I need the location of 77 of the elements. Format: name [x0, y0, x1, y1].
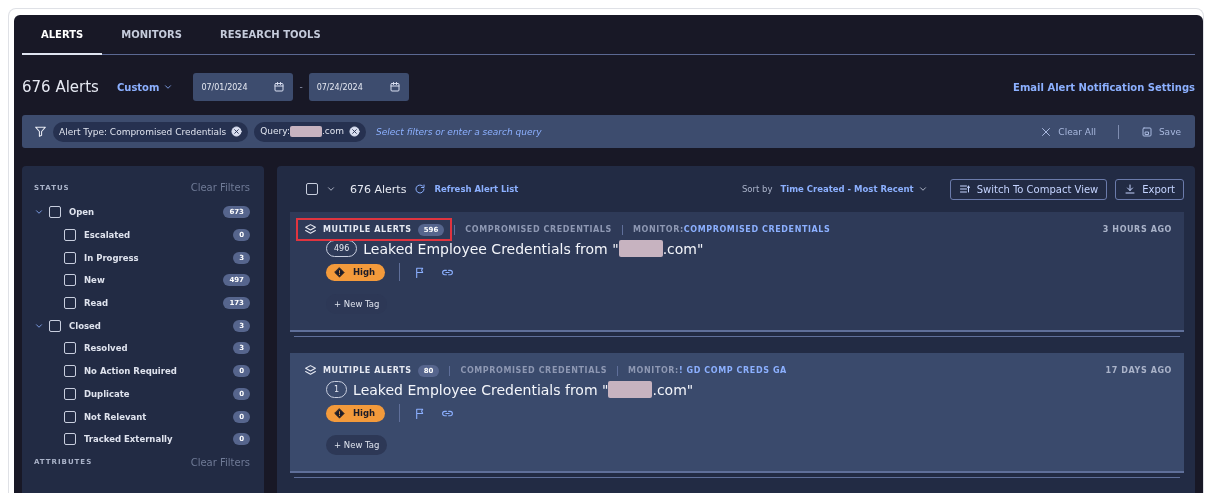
sort-dropdown[interactable]: Time Created - Most Recent	[780, 184, 928, 194]
clear-all-button[interactable]: Clear All	[1040, 125, 1096, 138]
monitor-label: MONITOR:	[628, 366, 679, 375]
status-label: Duplicate	[84, 388, 131, 399]
monitor-link[interactable]: ! GD COMP CREDS GA	[678, 366, 787, 375]
status-label: Closed	[69, 320, 102, 331]
refresh-link[interactable]: Refresh Alert List	[434, 184, 519, 194]
filter-chip[interactable]: Query: .com	[254, 121, 367, 142]
tab[interactable]: RESEARCH TOOLS	[201, 15, 340, 55]
range-dropdown[interactable]: Custom	[116, 81, 174, 93]
alert-group-label: MULTIPLE ALERTS	[323, 225, 412, 234]
list-icon	[958, 183, 971, 195]
layers-icon	[304, 223, 317, 236]
tab[interactable]: ALERTS	[22, 15, 103, 55]
close-icon	[1040, 125, 1053, 138]
checkbox[interactable]	[64, 365, 76, 378]
status-label: No Action Required	[84, 366, 178, 377]
sort-label: Sort by	[741, 184, 773, 194]
alert-type: COMPROMISED CREDENTIALS	[460, 366, 608, 375]
checkbox[interactable]	[306, 183, 318, 195]
severity-badge: High	[326, 404, 386, 422]
checkbox[interactable]	[64, 342, 76, 355]
calendar-icon	[273, 81, 286, 93]
email-settings-link[interactable]: Email Alert Notification Settings	[1013, 81, 1195, 93]
monitor-link[interactable]: COMPROMISED CREDENTIALS	[683, 225, 831, 234]
alert-type: COMPROMISED CREDENTIALS	[465, 225, 612, 234]
status-label: Not Relevant	[84, 411, 148, 422]
alert-group-label: MULTIPLE ALERTS	[323, 366, 412, 375]
save-button[interactable]: Save	[1140, 125, 1181, 138]
warning-icon	[334, 266, 345, 278]
search-placeholder[interactable]: Select filters or enter a search query	[376, 126, 542, 137]
checkbox[interactable]	[64, 433, 76, 446]
checkbox[interactable]	[64, 251, 76, 264]
time-ago: 3 HOURS AGO	[1102, 225, 1172, 234]
chevron-down-icon	[163, 82, 174, 92]
alert-count: 676 Alerts	[22, 78, 99, 96]
status-label: Tracked Externally	[84, 434, 174, 445]
compact-view-button[interactable]: Switch To Compact View	[949, 178, 1108, 200]
download-icon	[1124, 183, 1137, 195]
checkbox[interactable]	[49, 206, 61, 219]
status-label: New	[84, 275, 106, 286]
status-label: Open	[69, 207, 96, 218]
close-icon	[349, 126, 361, 137]
time-ago: 17 DAYS AGO	[1105, 366, 1172, 375]
alert-title[interactable]: .com"	[662, 240, 704, 257]
chevron-down-icon	[326, 184, 336, 194]
status-label: Read	[84, 298, 110, 309]
checkbox[interactable]	[64, 229, 76, 242]
alert-count: 676 Alerts	[350, 182, 407, 196]
checkbox[interactable]	[64, 387, 76, 400]
filter-icon	[34, 125, 47, 138]
status-label: Resolved	[84, 343, 129, 354]
warning-icon	[334, 407, 345, 419]
checkbox[interactable]	[64, 297, 76, 310]
date-separator: -	[299, 82, 303, 92]
export-button[interactable]: Export	[1115, 178, 1184, 200]
layers-icon	[304, 364, 317, 377]
alert-title[interactable]: .com"	[652, 381, 694, 398]
checkbox[interactable]	[64, 410, 76, 423]
date-field[interactable]: 07/01/2024	[193, 73, 294, 101]
alert-title[interactable]: Leaked Employee Credentials from "	[353, 381, 609, 398]
tab[interactable]: MONITORS	[102, 15, 201, 55]
date-field[interactable]: 07/24/2024	[308, 73, 409, 101]
filter-chip[interactable]: Alert Type: Compromised Credentials	[53, 121, 249, 142]
new-tag-button[interactable]: + New Tag	[326, 435, 388, 455]
status-label: In Progress	[84, 252, 140, 263]
checkbox[interactable]	[49, 319, 61, 332]
checkbox[interactable]	[64, 274, 76, 287]
alert-title[interactable]: Leaked Employee Credentials from "	[363, 240, 619, 257]
close-icon	[231, 126, 243, 137]
severity-badge: High	[326, 263, 386, 281]
save-icon	[1140, 125, 1153, 138]
chevron-down-icon	[917, 184, 928, 194]
status-label: Escalated	[84, 230, 132, 241]
calendar-icon	[388, 81, 401, 93]
refresh-icon	[414, 183, 427, 195]
monitor-label: MONITOR:	[632, 225, 684, 234]
